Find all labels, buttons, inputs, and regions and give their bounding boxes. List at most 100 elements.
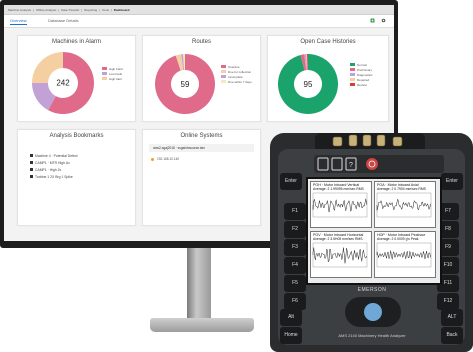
chart-legend: High Fault Low Fault High Alert — [102, 66, 123, 81]
waveform-panel[interactable]: POV · Motor Inboard Horizontal Average: … — [310, 231, 372, 278]
left-enter-key[interactable]: Enter — [280, 173, 302, 190]
f12-key[interactable]: F12 — [437, 293, 459, 310]
legend-swatch — [221, 65, 226, 68]
chart-legend: Overdue Due for collection Incomplete Du… — [221, 64, 252, 84]
menu-item[interactable]: Offline Analysis — [36, 8, 56, 12]
tab-row: Overview Database Details — [4, 15, 394, 28]
open-case-histories-card[interactable]: Open Case Histories 95 Normal Preliminar… — [267, 35, 389, 122]
navigation-dpad[interactable] — [345, 297, 401, 327]
bookmark-label: Machine 4 · Potential Defect — [35, 153, 78, 158]
legend-swatch — [350, 68, 355, 71]
tab-database-details[interactable]: Database Details — [48, 18, 78, 23]
bookmark-icon — [30, 154, 33, 157]
right-alt-key[interactable]: ALT — [441, 309, 463, 326]
left-alt-key[interactable]: Alt — [280, 309, 302, 326]
back-key[interactable]: Back — [441, 327, 463, 344]
menu-item-dashboard[interactable]: Dashboard — [114, 8, 130, 12]
machines-in-alarm-card[interactable]: Machines in Alarm 242 High Fault Low Fau… — [17, 35, 136, 122]
bookmark-label: Turbine 1 2X Brg 1 Spike — [35, 174, 73, 179]
bookmark-item[interactable]: Turbine 1 2X Brg 1 Spike — [30, 173, 78, 180]
card-title: Machines in Alarm — [51, 39, 102, 45]
bookmark-label: CAMP1 · High 2x — [35, 167, 62, 172]
model-label: AMS 2140 Machinery Health Analyzer — [338, 333, 406, 338]
card-title: Routes — [191, 39, 211, 45]
menu-item[interactable]: Reporting — [84, 8, 97, 12]
menu-item[interactable]: Data Transfer — [61, 8, 79, 12]
legend-label: Due for collection — [228, 69, 252, 74]
bookmark-item[interactable]: CAMP1 · MTR High Ax — [30, 159, 78, 166]
legend-label: Repaired — [357, 77, 370, 82]
f5-key[interactable]: F5 — [284, 275, 306, 292]
legend-label: Overdue — [228, 64, 240, 69]
analysis-bookmarks-card: Analysis Bookmarks Machine 4 · Potential… — [17, 129, 136, 226]
chart-legend: Normal Preliminary Diagnostics Repaired … — [350, 62, 373, 87]
routes-donut: 59 — [155, 54, 215, 114]
power-icon[interactable] — [366, 158, 378, 170]
waveform-plot — [312, 242, 368, 268]
device-screen: POH · Motor Inboard Vertical Average: 2 … — [306, 177, 442, 285]
waveform-plot — [312, 192, 368, 218]
bookmark-label: CAMP1 · MTR High Ax — [35, 160, 70, 165]
legend-swatch — [102, 77, 107, 80]
f3-key[interactable]: F3 — [284, 239, 306, 256]
legend-label: Due within 7 days — [228, 79, 252, 84]
home-key[interactable]: Home — [280, 327, 302, 344]
menu-item[interactable]: Tools — [102, 8, 109, 12]
right-enter-key[interactable]: Enter — [441, 173, 463, 190]
bookmark-item[interactable]: CAMP1 · High 2x — [30, 166, 78, 173]
routes-card[interactable]: Routes 59 Overdue Due for collection Inc… — [142, 35, 261, 122]
donut-center-value: 95 — [304, 80, 313, 89]
f1-key[interactable]: F1 — [284, 203, 306, 220]
tab-overview[interactable]: Overview — [10, 18, 27, 25]
monitor-stand — [187, 248, 211, 324]
online-system-address: 192.168.10.140 — [157, 157, 180, 161]
online-system-header[interactable]: ams2-sgaj2018 · ssgainfosource.iam — [149, 144, 254, 152]
f6-key[interactable]: F6 — [284, 293, 306, 310]
dpad-center-button[interactable] — [364, 303, 382, 321]
open-case-histories-donut: 95 — [278, 54, 338, 114]
f4-key[interactable]: F4 — [284, 257, 306, 274]
online-system-row[interactable]: 192.168.10.140 — [151, 157, 179, 161]
legend-swatch — [350, 63, 355, 66]
bookmark-icon — [30, 161, 33, 164]
legend-swatch — [350, 78, 355, 81]
waveform-plot — [376, 242, 432, 268]
online-systems-card: Online Systems ams2-sgaj2018 · ssgainfos… — [142, 129, 261, 226]
legend-label: Incomplete — [228, 74, 243, 79]
card-title: Open Case Histories — [300, 39, 356, 45]
legend-label: High Alert — [109, 76, 123, 81]
bookmark-item[interactable]: Machine 4 · Potential Defect — [30, 152, 78, 159]
donut-center-value: 59 — [181, 80, 190, 89]
legend-swatch — [102, 72, 107, 75]
legend-item: High Alert — [102, 76, 123, 81]
legend-swatch — [350, 73, 355, 76]
legend-label: Normal — [357, 62, 367, 67]
handheld-analyzer: ? Enter F1 F2 F3 F4 F5 F6 Alt Home Enter… — [270, 133, 473, 352]
monitor-base — [150, 318, 254, 332]
export-icon[interactable] — [370, 18, 375, 23]
bookmark-icon — [30, 175, 33, 178]
f2-key[interactable]: F2 — [284, 221, 306, 238]
legend-label: Diagnostics — [357, 72, 373, 77]
legend-item: Due within 7 days — [221, 79, 252, 84]
settings-icon[interactable] — [381, 18, 386, 23]
device-top-icons: ? — [314, 155, 444, 173]
donut-center-value: 242 — [56, 79, 70, 88]
status-dot-icon — [151, 157, 154, 161]
waveform-panel[interactable]: HOP · Motor Inboard Peakvue Average: 2 0… — [374, 231, 436, 278]
machines-in-alarm-donut: 242 — [31, 52, 94, 114]
legend-label: Preliminary — [357, 67, 373, 72]
legend-swatch — [102, 67, 107, 70]
help-glyph: ? — [349, 162, 353, 169]
legend-item: Review — [350, 82, 373, 87]
legend-swatch — [350, 83, 355, 86]
waveform-panel[interactable]: POA · Motor Inboard Axial Average: 2 0.7… — [374, 181, 436, 228]
bookmark-list: Machine 4 · Potential Defect CAMP1 · MTR… — [30, 152, 78, 180]
legend-swatch — [221, 70, 226, 73]
legend-label: Review — [357, 82, 367, 87]
legend-swatch — [221, 75, 226, 78]
menu-item[interactable]: Machine Analysis — [8, 8, 31, 12]
legend-swatch — [221, 80, 226, 83]
waveform-panel[interactable]: POH · Motor Inboard Vertical Average: 2 … — [310, 181, 372, 228]
menubar: Machine Analysis | Offline Analysis | Data… — [4, 5, 394, 15]
